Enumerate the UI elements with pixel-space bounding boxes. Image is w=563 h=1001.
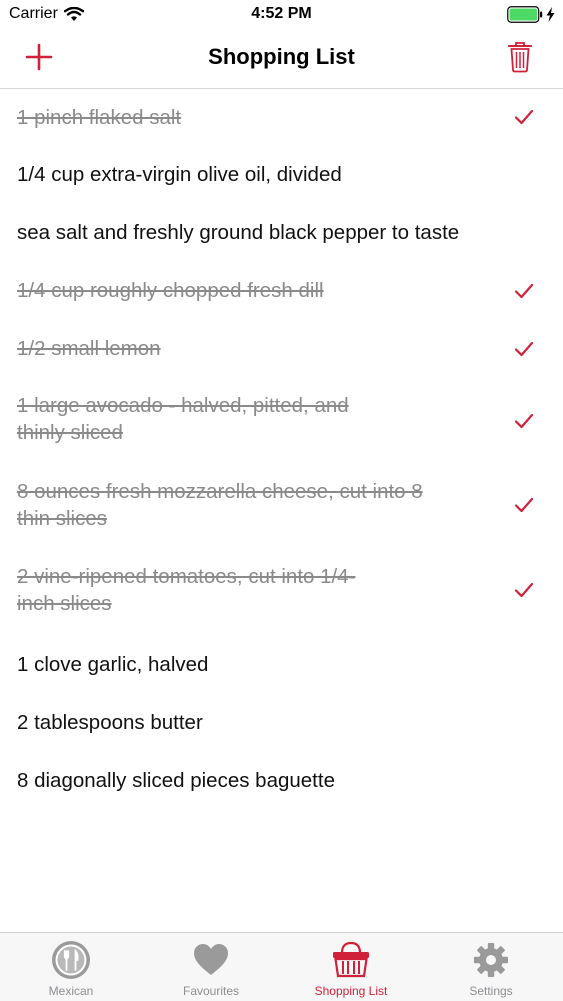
- status-bar: Carrier 4:52 PM: [0, 0, 563, 30]
- list-item[interactable]: sea salt and freshly ground black pepper…: [0, 204, 563, 262]
- checkmark-icon: [514, 341, 534, 357]
- item-text: 8 diagonally sliced pieces baguette: [17, 769, 335, 792]
- tab-shopping-list[interactable]: Shopping List: [281, 933, 421, 1001]
- tab-label: Mexican: [48, 984, 94, 998]
- list-item[interactable]: 1/4 cup extra-virgin olive oil, divided: [0, 146, 563, 204]
- checkmark-icon: [514, 109, 534, 125]
- tab-mexican[interactable]: Mexican: [1, 933, 141, 1001]
- battery: [507, 6, 555, 23]
- item-text: 1 large avocado - halved, pitted, and th…: [17, 394, 349, 444]
- list-item[interactable]: 1/2 small lemon: [0, 320, 563, 378]
- list-item[interactable]: 8 diagonally sliced pieces baguette: [0, 751, 563, 809]
- charging-bolt-icon: [546, 7, 555, 22]
- checkmark-icon: [514, 283, 534, 299]
- checkmark-icon: [514, 497, 534, 513]
- trash-icon: [508, 42, 532, 73]
- item-text: sea salt and freshly ground black pepper…: [17, 221, 460, 244]
- list-item[interactable]: 1 large avocado - halved, pitted, and th…: [0, 378, 563, 464]
- page-title: Shopping List: [208, 44, 355, 69]
- item-text: 8 ounces fresh mozzarella cheese, cut in…: [17, 480, 423, 530]
- clear-list-button[interactable]: [507, 41, 533, 73]
- item-text: 1/2 small lemon: [17, 337, 161, 360]
- list-item[interactable]: 2 vine-ripened tomatoes, cut into 1/4- i…: [0, 550, 563, 635]
- item-text: 1 pinch flaked salt: [17, 106, 182, 129]
- checkmark-icon: [514, 413, 534, 429]
- battery-icon: [507, 6, 543, 23]
- tab-favourites[interactable]: Favourites: [141, 933, 281, 1001]
- gear-icon: [474, 943, 508, 977]
- item-text: 2 tablespoons butter: [17, 711, 203, 734]
- basket-icon: [333, 941, 369, 978]
- list-item[interactable]: 1 clove garlic, halved: [0, 635, 563, 693]
- shopping-list: 1 pinch flaked salt 1/4 cup extra-virgin…: [0, 88, 563, 809]
- plate-cutlery-icon: [52, 941, 90, 979]
- list-item[interactable]: 1 pinch flaked salt: [0, 88, 563, 146]
- tab-bar: Mexican Favourites Shopping List Setting…: [0, 932, 563, 1001]
- tab-settings[interactable]: Settings: [421, 933, 561, 1001]
- tab-label: Favourites: [182, 984, 240, 998]
- tab-label: Settings: [469, 984, 513, 998]
- item-text: 2 vine-ripened tomatoes, cut into 1/4- i…: [17, 565, 356, 615]
- navigation-bar: Shopping List: [0, 30, 563, 89]
- tab-label: Shopping List: [314, 984, 388, 998]
- list-item[interactable]: 1/4 cup roughly chopped fresh dill: [0, 262, 563, 320]
- item-text: 1/4 cup roughly chopped fresh dill: [17, 279, 324, 302]
- heart-icon: [194, 944, 228, 975]
- clock: 4:52 PM: [251, 5, 312, 22]
- list-item[interactable]: 8 ounces fresh mozzarella cheese, cut in…: [0, 464, 563, 550]
- item-text: 1 clove garlic, halved: [17, 653, 209, 676]
- item-text: 1/4 cup extra-virgin olive oil, divided: [17, 163, 342, 186]
- list-item[interactable]: 2 tablespoons butter: [0, 693, 563, 751]
- checkmark-icon: [514, 582, 534, 598]
